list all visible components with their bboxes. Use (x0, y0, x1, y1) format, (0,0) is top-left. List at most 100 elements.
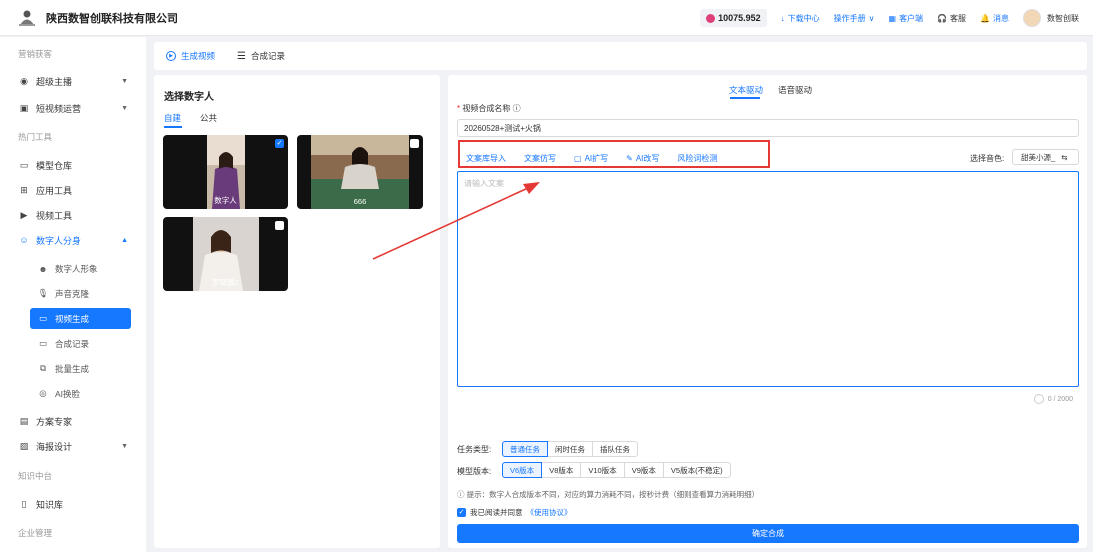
submit-button[interactable]: 确定合成 (457, 524, 1079, 543)
document-icon: ▤ (19, 415, 29, 426)
avatar-checkbox[interactable]: ✓ (275, 139, 284, 148)
agreement-link[interactable]: 《使用协议》 (527, 507, 572, 518)
swap-icon: ⇆ (1061, 152, 1068, 162)
avatar-checkbox[interactable] (275, 221, 284, 230)
avatar-card[interactable]: ✓ 数字人 (163, 135, 288, 209)
avatar-name: 罗晓蕾2 (212, 278, 239, 287)
sidebar-sub-ai-faceswap[interactable]: ◎ AI换脸 (30, 383, 131, 404)
service-link[interactable]: 🎧 客服 (937, 13, 966, 24)
balance-badge[interactable]: 10075.952 (700, 9, 767, 27)
model-version-group: V6版本 V8版本 V10版本 V9版本 V5版本(不稳定) (502, 462, 731, 478)
company-logo-icon (16, 7, 38, 29)
manual-dropdown[interactable]: 操作手册 ∨ (834, 13, 875, 24)
robot-icon: ◉ (20, 75, 28, 86)
avatar-icon: ☻ (38, 263, 48, 274)
tab-generate-video[interactable]: ▶ 生成视频 (166, 50, 215, 62)
user-menu[interactable]: 数智创联 (1023, 9, 1079, 27)
person-icon: ☺ (19, 235, 29, 245)
video-tool-icon: ▶ (20, 209, 28, 220)
sidebar-sub-voice-clone[interactable]: 🎙 声音克隆 (30, 283, 131, 304)
sidebar-item-poster-design[interactable]: ▨ 海报设计 ▼ (18, 436, 136, 456)
section-marketing: 营销获客 (18, 49, 53, 59)
download-icon: ↓ (780, 13, 785, 23)
chevron-down-icon: ▼ (121, 104, 128, 112)
sidebar-item-model-warehouse[interactable]: ▭ 模型仓库 (18, 155, 136, 175)
record-icon: ▭ (38, 338, 48, 348)
sidebar-item-knowledge-base[interactable]: ▯ 知识库 (18, 494, 136, 514)
tab-custom[interactable]: 自建 (164, 112, 181, 124)
task-type-priority[interactable]: 插队任务 (592, 441, 638, 457)
task-type-label: 任务类型: (457, 445, 492, 454)
char-counter: 0 / 2000 (1033, 394, 1073, 404)
sidebar-item-app-tools[interactable]: ⊞ 应用工具 (18, 180, 136, 200)
avatar-checkbox[interactable] (410, 139, 419, 148)
tab-records[interactable]: ☰ 合成记录 (237, 50, 285, 62)
bell-icon: 🔔 (980, 13, 990, 23)
chevron-down-icon: ▼ (121, 442, 128, 450)
sidebar-sub-video-generate[interactable]: ▭ 视频生成 (30, 308, 131, 329)
video-name-input[interactable]: 20260528+测试+火锅 (457, 119, 1079, 137)
info-icon: ⓘ (457, 490, 467, 499)
tab-public[interactable]: 公共 (200, 112, 217, 124)
batch-icon: ⧉ (39, 363, 47, 373)
avatar-select-panel: 选择数字人 自建 公共 ✓ 数字人 666 罗晓蕾2 (154, 75, 440, 548)
sidebar-sub-digital-avatar[interactable]: ☻ 数字人形象 (30, 258, 131, 279)
avatar-name: 666 (353, 197, 367, 206)
task-type-idle[interactable]: 闲时任务 (547, 441, 593, 457)
model-v8[interactable]: V8版本 (541, 462, 582, 478)
progress-ring-icon (1033, 394, 1044, 404)
face-icon: ◎ (39, 388, 47, 398)
book-icon: ▯ (21, 498, 27, 509)
video-camera-icon: ▭ (38, 313, 48, 323)
section-hot: 热门工具 (18, 132, 53, 142)
voice-select[interactable]: 甜美小源_ ⇆ (1012, 149, 1079, 165)
sidebar-item-digital-clone[interactable]: ☺ 数字人分身 ▲ (18, 230, 136, 250)
sidebar: 营销获客 ◉ 超级主播 ▼ ▣ 短视频运营 ▼ 热门工具 ▭ 模型仓库 ⊞ 应用工具 ▶ 视频… (0, 37, 146, 552)
apps-icon: ⊞ (20, 184, 28, 195)
model-v6[interactable]: V6版本 (502, 462, 543, 478)
model-v5[interactable]: V5版本(不稳定) (662, 462, 731, 478)
model-v10[interactable]: V10版本 (580, 462, 625, 478)
tab-voice-driven[interactable]: 语音驱动 (778, 84, 812, 96)
avatar-card[interactable]: 罗晓蕾2 (163, 217, 288, 291)
sidebar-item-super-anchor[interactable]: ◉ 超级主播 ▼ (18, 71, 136, 91)
sidebar-sub-batch-generate[interactable]: ⧉ 批量生成 (30, 358, 131, 379)
panel-title: 选择数字人 (164, 92, 214, 103)
top-bar: 陕西数智创联科技有限公司 10075.952 ↓ 下载中心 操作手册 ∨ ▦ 客户端 … (0, 0, 1093, 36)
agreement-row: ✓ 我已阅读并同意 《使用协议》 (457, 507, 572, 518)
sidebar-item-short-video[interactable]: ▣ 短视频运营 ▼ (18, 98, 136, 118)
sidebar-sub-synthesis-records[interactable]: ▭ 合成记录 (30, 333, 131, 354)
video-icon: ▣ (19, 102, 29, 113)
microphone-icon: 🎙 (37, 288, 49, 298)
section-enterprise: 企业管理 (18, 528, 53, 538)
annotation-highlight-box (458, 140, 770, 168)
voice-label: 选择音色: (970, 154, 1005, 163)
messages-link[interactable]: 🔔 消息 (980, 13, 1009, 24)
headset-icon: 🎧 (937, 13, 948, 23)
download-center-link[interactable]: ↓ 下载中心 (781, 13, 820, 24)
model-v9[interactable]: V9版本 (623, 462, 664, 478)
avatar-name: 数字人 (214, 196, 237, 205)
list-icon: ☰ (237, 50, 246, 62)
task-type-group: 普通任务 闲时任务 插队任务 (502, 441, 638, 457)
avatar (1023, 9, 1041, 27)
avatar-card[interactable]: 666 (297, 135, 423, 209)
chevron-down-icon: ▼ (121, 77, 128, 85)
client-link[interactable]: ▦ 客户端 (889, 13, 924, 24)
company-name: 陕西数智创联科技有限公司 (46, 12, 178, 25)
copy-textarea[interactable]: 请输入文案 (457, 171, 1079, 387)
task-type-normal[interactable]: 普通任务 (502, 441, 548, 457)
name-field-label: * 视频合成名称 ⓘ (457, 104, 521, 113)
tab-text-driven[interactable]: 文本驱动 (729, 84, 763, 96)
grid-icon: ▦ (888, 13, 897, 23)
coin-icon (706, 13, 716, 23)
tab-underline (730, 97, 760, 99)
section-knowledge: 知识中台 (18, 471, 53, 481)
tab-underline (164, 126, 182, 128)
agreement-checkbox[interactable]: ✓ (457, 508, 466, 517)
sidebar-item-plan-expert[interactable]: ▤ 方案专家 (18, 411, 136, 431)
chevron-up-icon: ▲ (121, 236, 128, 244)
chevron-down-icon: ∨ (868, 13, 875, 23)
sidebar-item-video-tools[interactable]: ▶ 视频工具 (18, 205, 136, 225)
play-circle-icon: ▶ (166, 51, 176, 61)
